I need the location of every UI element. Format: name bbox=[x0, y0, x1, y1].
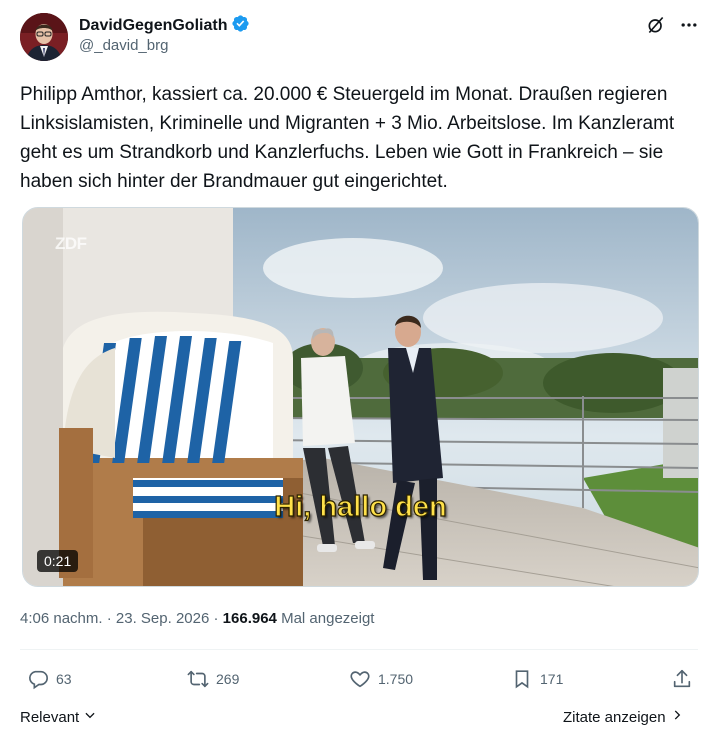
tweet-date[interactable]: 23. Sep. 2026 bbox=[116, 610, 209, 627]
show-quotes-label: Zitate anzeigen bbox=[563, 708, 666, 726]
tweet-meta: 4:06 nachm. · 23. Sep. 2026 · 166.964 Ma… bbox=[20, 610, 374, 627]
sort-label: Relevant bbox=[20, 708, 80, 726]
repost-count: 269 bbox=[216, 671, 240, 687]
bookmark-icon bbox=[510, 667, 534, 691]
repost-icon bbox=[186, 667, 210, 691]
heart-icon bbox=[348, 667, 372, 691]
share-button[interactable] bbox=[670, 667, 694, 691]
video-player[interactable]: ZDF Hi, hallo den 0:21 bbox=[22, 207, 699, 587]
meta-separator: · bbox=[209, 610, 223, 627]
bookmark-count: 171 bbox=[540, 671, 564, 687]
bookmark-button[interactable]: 171 bbox=[510, 667, 563, 691]
share-icon bbox=[670, 667, 694, 691]
tweet-time[interactable]: 4:06 nachm. bbox=[20, 610, 103, 627]
video-timecode: 0:21 bbox=[37, 550, 79, 572]
divider bbox=[20, 649, 698, 650]
author-display-name[interactable]: DavidGegenGoliath bbox=[79, 17, 227, 35]
video-subtitle: Hi, hallo den bbox=[274, 490, 448, 523]
show-quotes-link[interactable]: Zitate anzeigen bbox=[563, 708, 684, 726]
repost-button[interactable]: 269 bbox=[186, 667, 239, 691]
reply-count: 63 bbox=[56, 671, 72, 687]
views-label: Mal angezeigt bbox=[276, 610, 375, 627]
like-button[interactable]: 1.750 bbox=[348, 667, 413, 691]
like-count: 1.750 bbox=[378, 671, 414, 687]
tweet-text: Philipp Amthor, kassiert ca. 20.000 € St… bbox=[20, 84, 675, 192]
reply-icon bbox=[26, 667, 50, 691]
meta-separator: · bbox=[102, 610, 116, 627]
sort-relevant-dropdown[interactable]: Relevant bbox=[20, 708, 97, 726]
author-name-row[interactable]: DavidGegenGoliath bbox=[79, 14, 250, 38]
grok-icon[interactable] bbox=[645, 14, 667, 36]
reply-button[interactable]: 63 bbox=[26, 667, 72, 691]
video-frame bbox=[23, 208, 698, 586]
author-handle[interactable]: @_david_brg bbox=[79, 37, 168, 54]
views-count: 166.964 bbox=[222, 610, 277, 627]
zdf-watermark: ZDF bbox=[55, 234, 87, 253]
chevron-right-icon bbox=[670, 708, 684, 726]
avatar[interactable] bbox=[20, 13, 68, 61]
verified-badge-icon bbox=[231, 14, 250, 38]
more-icon[interactable] bbox=[678, 14, 700, 36]
chevron-down-icon bbox=[83, 708, 97, 726]
